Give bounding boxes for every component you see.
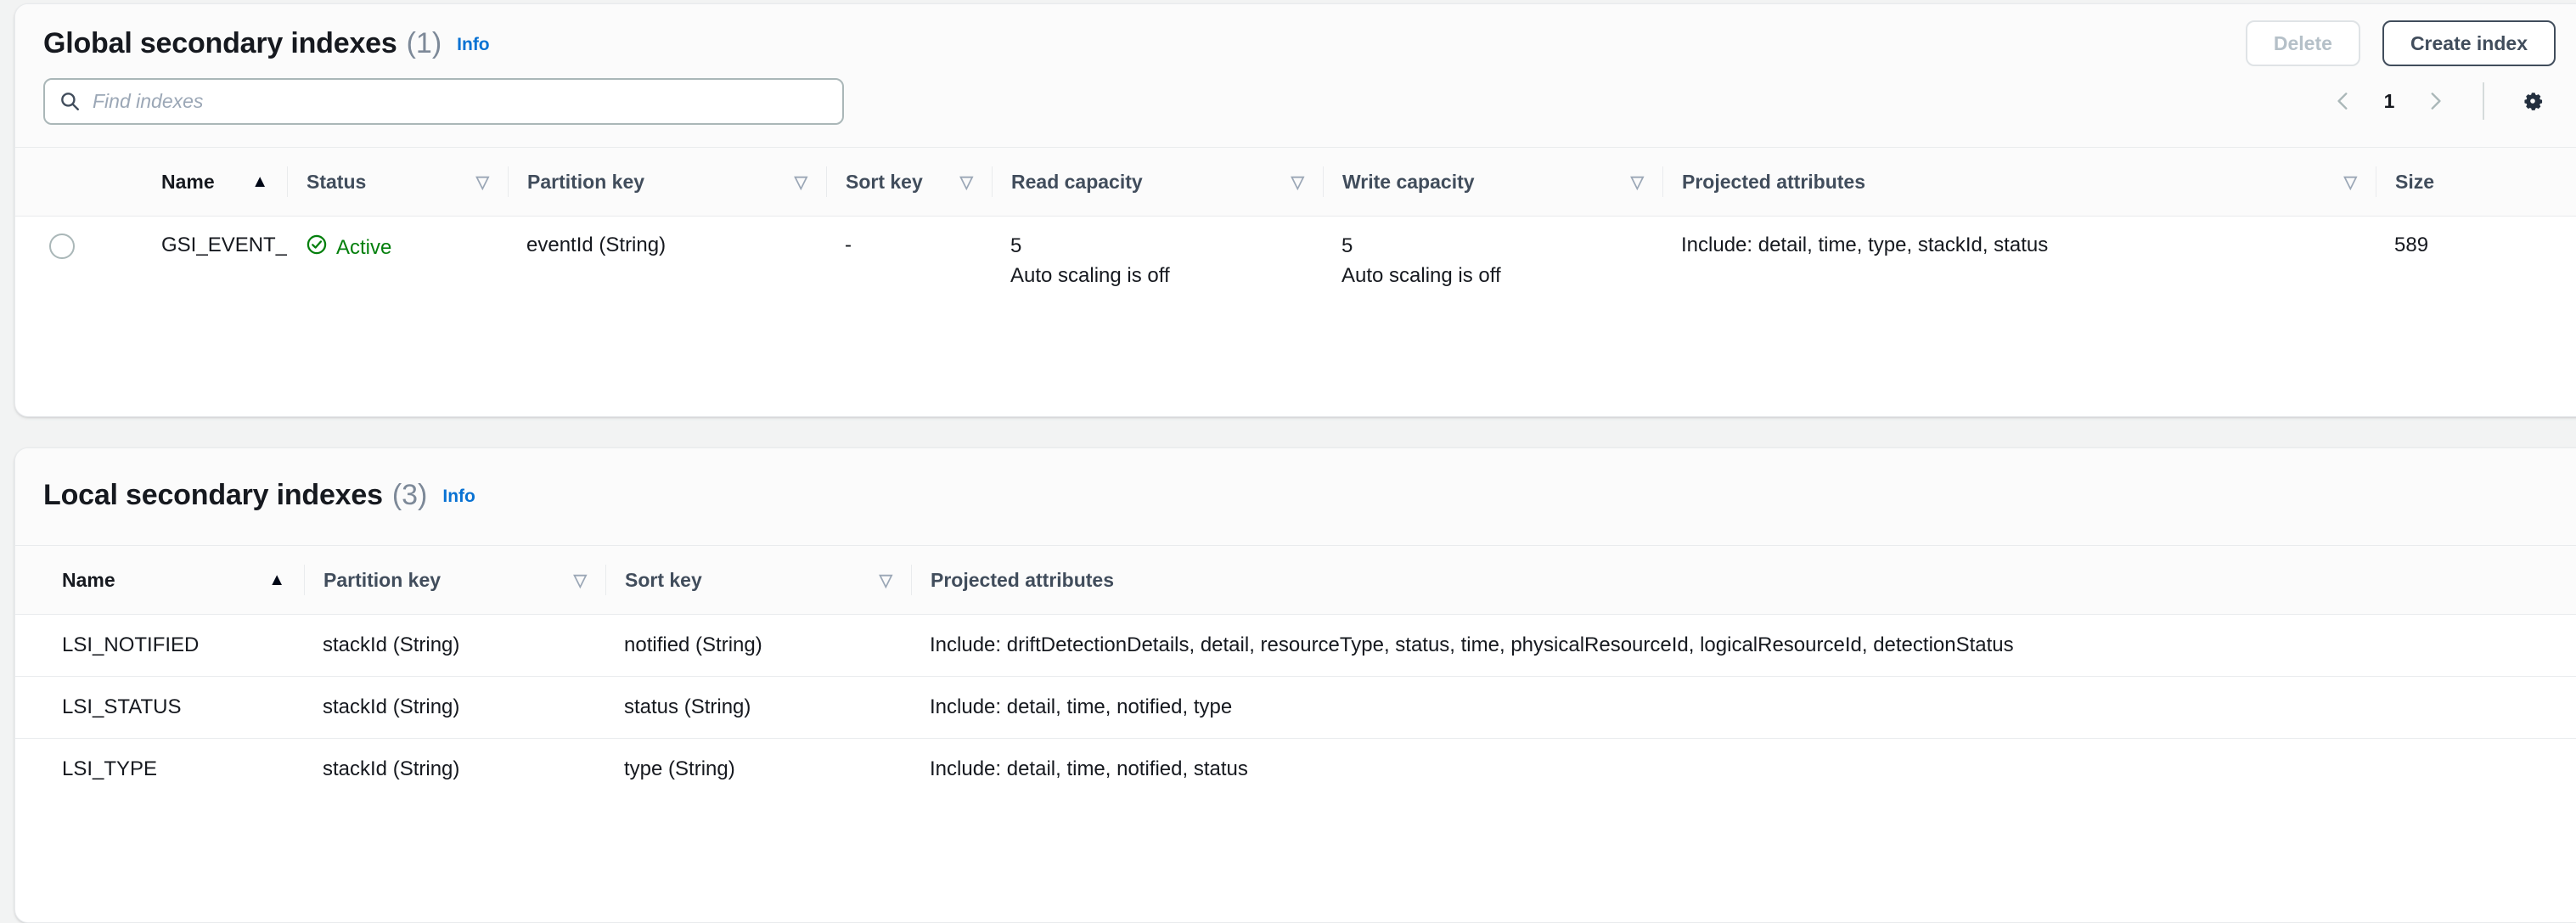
sort-icon: ▽ <box>879 571 892 590</box>
lsi-cell-name: LSI_NOTIFIED <box>15 614 304 677</box>
column-label: Projected attributes <box>931 568 1114 591</box>
write-capacity-autoscaling: Auto scaling is off <box>1341 264 1501 287</box>
gsi-panel-header: Global secondary indexes (1) Info Delete… <box>15 4 2576 147</box>
status-badge: Active <box>336 235 392 259</box>
column-label: Sort key <box>846 170 923 193</box>
lsi-column-header-partition-key[interactable]: Partition key ▽ <box>304 545 605 615</box>
column-label: Partition key <box>527 170 645 193</box>
sort-ascending-icon: ▲ <box>251 172 268 191</box>
column-label: Size <box>2395 170 2435 193</box>
local-secondary-indexes-panel: Local secondary indexes (3) Info Name ▲ <box>14 447 2576 923</box>
gsi-row-select-cell <box>15 217 143 307</box>
page-title: Global secondary indexes <box>43 26 397 59</box>
table-row[interactable]: LSI_TYPE stackId (String) type (String) … <box>15 739 2576 801</box>
gsi-column-header-projected-attributes[interactable]: Projected attributes ▽ <box>1662 147 2376 217</box>
lsi-cell-projected-attributes: Include: detail, time, notified, status <box>930 757 1248 780</box>
lsi-cell-partition-key: stackId (String) <box>304 614 605 677</box>
find-indexes-search-box[interactable] <box>43 77 844 125</box>
sort-ascending-icon: ▲ <box>268 570 285 589</box>
column-label: Read capacity <box>1011 170 1143 193</box>
column-label: Name <box>161 170 215 193</box>
global-secondary-indexes-panel: Global secondary indexes (1) Info Delete… <box>14 3 2576 417</box>
column-label: Projected attributes <box>1682 170 1865 193</box>
search-icon <box>59 90 81 112</box>
sort-icon: ▽ <box>573 571 587 590</box>
gsi-title-row: Global secondary indexes (1) Info Delete… <box>43 4 2576 70</box>
row-radio-button[interactable] <box>49 234 75 259</box>
create-index-button[interactable]: Create index <box>2382 20 2556 66</box>
lsi-cell-sort-key: status (String) <box>605 676 911 739</box>
lsi-cell-projected-attributes: Include: detail, time, notified, type <box>911 676 2576 739</box>
read-capacity-autoscaling: Auto scaling is off <box>1010 264 1170 287</box>
gsi-table: Name ▲ Status ▽ Partition key ▽ Sort key… <box>15 147 2576 307</box>
gsi-cell-projected-attributes: Include: detail, time, type, stackId, st… <box>1681 234 2049 256</box>
sort-icon: ▽ <box>959 172 973 192</box>
chevron-right-icon[interactable] <box>2413 79 2457 123</box>
gsi-cell-name: GSI_EVENT_ID <box>161 234 287 256</box>
gsi-cell-status: Active <box>287 217 508 307</box>
table-row[interactable]: LSI_NOTIFIED stackId (String) notified (… <box>15 614 2576 677</box>
sort-icon: ▽ <box>1291 172 1304 192</box>
table-row[interactable]: LSI_STATUS stackId (String) status (Stri… <box>15 676 2576 739</box>
lsi-cell-partition-key: stackId (String) <box>323 757 460 780</box>
column-label: Status <box>307 170 367 193</box>
lsi-info-link[interactable]: Info <box>442 487 475 507</box>
gsi-cell-write-capacity: 5 Auto scaling is off <box>1323 217 1662 307</box>
lsi-title-row: Local secondary indexes (3) Info <box>43 448 2576 530</box>
lsi-cell-sort-key: type (String) <box>624 757 735 780</box>
gsi-column-header-partition-key[interactable]: Partition key ▽ <box>508 147 826 217</box>
lsi-cell-name: LSI_TYPE <box>62 757 158 780</box>
lsi-column-header-name[interactable]: Name ▲ <box>15 545 304 615</box>
gsi-cell-partition-key: eventId (String) <box>526 234 666 256</box>
gsi-column-header-status[interactable]: Status ▽ <box>287 147 508 217</box>
gsi-cell-sort-key: - <box>845 234 852 256</box>
gsi-count: (1) <box>406 26 442 59</box>
table-row[interactable]: GSI_EVENT_ID Active eventId (String) - <box>15 217 2576 307</box>
chevron-left-icon[interactable] <box>2321 79 2365 123</box>
column-label: Write capacity <box>1342 170 1475 193</box>
write-capacity-value: 5 <box>1341 234 1353 257</box>
lsi-cell-name: LSI_STATUS <box>15 676 304 739</box>
lsi-cell-projected-attributes: Include: driftDetectionDetails, detail, … <box>911 614 2576 677</box>
lsi-table: Name ▲ Partition key ▽ Sort key ▽ Projec… <box>15 545 2576 800</box>
gsi-column-header-sort-key[interactable]: Sort key ▽ <box>826 147 992 217</box>
gsi-info-link[interactable]: Info <box>457 35 489 55</box>
read-capacity-value: 5 <box>1010 234 1022 257</box>
column-label: Name <box>62 568 115 591</box>
lsi-panel-header: Local secondary indexes (3) Info <box>15 448 2576 545</box>
lsi-cell-partition-key: stackId (String) <box>304 676 605 739</box>
gsi-pagination: 1 <box>2321 78 2556 124</box>
lsi-title: Local secondary indexes <box>43 478 383 511</box>
lsi-column-header-projected-attributes[interactable]: Projected attributes <box>911 545 2576 615</box>
gsi-search-row: 1 <box>43 70 2576 147</box>
sort-icon: ▽ <box>794 172 807 192</box>
gsi-select-column-header <box>15 147 143 217</box>
gsi-cell-size: 589 <box>2394 234 2429 256</box>
gsi-header-row: Name ▲ Status ▽ Partition key ▽ Sort key… <box>15 147 2576 217</box>
column-label: Partition key <box>323 568 442 591</box>
gsi-column-header-size[interactable]: Size <box>2376 147 2576 217</box>
gear-icon[interactable] <box>2510 78 2556 124</box>
sort-icon: ▽ <box>1630 172 1644 192</box>
lsi-header-row: Name ▲ Partition key ▽ Sort key ▽ Projec… <box>15 545 2576 615</box>
column-label: Sort key <box>625 568 702 591</box>
lsi-count: (3) <box>391 478 428 511</box>
lsi-cell-sort-key: notified (String) <box>605 614 911 677</box>
sort-icon: ▽ <box>475 172 489 192</box>
lsi-column-header-sort-key[interactable]: Sort key ▽ <box>605 545 911 615</box>
gsi-column-header-name[interactable]: Name ▲ <box>143 147 287 217</box>
delete-button[interactable]: Delete <box>2245 20 2360 66</box>
sort-icon: ▽ <box>2343 172 2357 192</box>
pagination-divider <box>2483 82 2484 120</box>
page-number-1[interactable]: 1 <box>2369 81 2410 121</box>
search-input[interactable] <box>91 88 829 114</box>
check-circle-icon <box>306 234 328 262</box>
gsi-column-header-write-capacity[interactable]: Write capacity ▽ <box>1323 147 1662 217</box>
gsi-column-header-read-capacity[interactable]: Read capacity ▽ <box>992 147 1323 217</box>
gsi-cell-read-capacity: 5 Auto scaling is off <box>992 217 1323 307</box>
